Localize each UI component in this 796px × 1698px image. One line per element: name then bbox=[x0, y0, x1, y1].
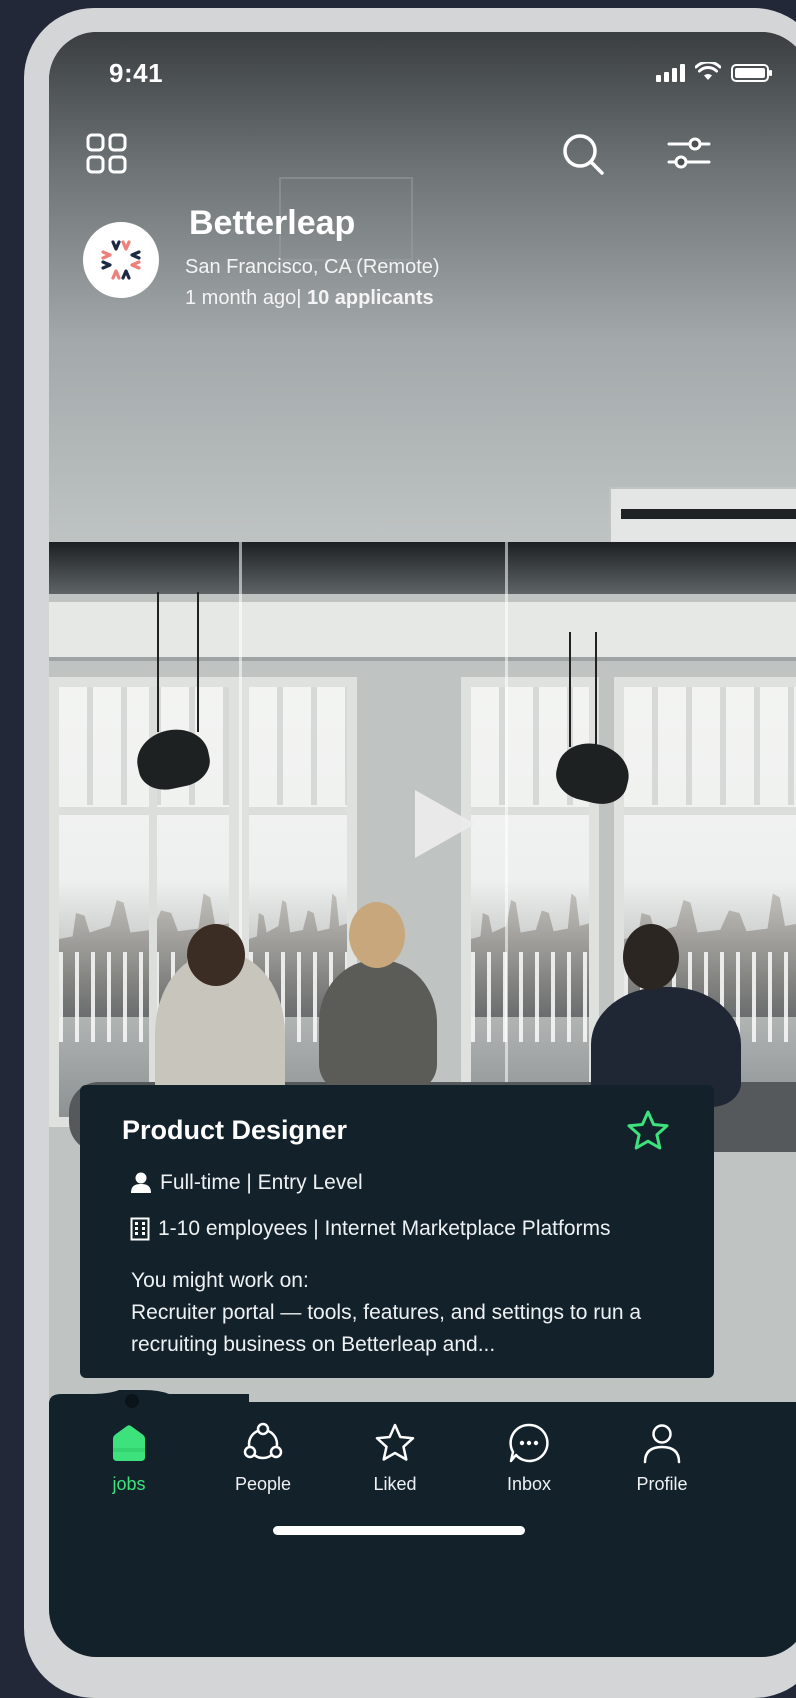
applicant-count: 10 applicants bbox=[306, 287, 434, 309]
person-icon bbox=[131, 1172, 151, 1193]
tab-label: Profile bbox=[636, 1474, 688, 1494]
building-icon bbox=[130, 1217, 150, 1241]
company-info-row: 1-10 employees | Internet Marketplace Pl… bbox=[130, 1217, 611, 1241]
home-icon bbox=[113, 1425, 145, 1461]
tab-people[interactable]: People bbox=[203, 1422, 323, 1495]
signal-icon bbox=[656, 64, 685, 82]
active-tab-indicator bbox=[125, 1394, 139, 1408]
company-location: San Francisco, CA (Remote) bbox=[185, 256, 440, 278]
sliders-icon[interactable] bbox=[667, 132, 711, 176]
star-icon bbox=[375, 1423, 415, 1461]
company-logo[interactable] bbox=[83, 222, 159, 298]
tab-jobs[interactable]: jobs bbox=[69, 1422, 189, 1495]
job-type-row: Full-time | Entry Level bbox=[130, 1171, 363, 1195]
chat-icon bbox=[509, 1423, 549, 1463]
user-icon bbox=[643, 1424, 681, 1464]
tab-label: Inbox bbox=[506, 1474, 552, 1494]
posted-time: 1 month ago| bbox=[185, 287, 302, 309]
job-title: Product Designer bbox=[122, 1115, 348, 1145]
status-time: 9:41 bbox=[109, 58, 164, 88]
company-info: 1-10 employees | Internet Marketplace Pl… bbox=[158, 1217, 611, 1240]
search-icon[interactable] bbox=[561, 132, 605, 176]
job-description: You might work on: Recruiter portal — to… bbox=[131, 1265, 691, 1361]
star-icon[interactable] bbox=[626, 1109, 670, 1153]
tab-label: jobs bbox=[112, 1474, 146, 1494]
battery-icon bbox=[731, 64, 772, 82]
tab-liked[interactable]: Liked bbox=[335, 1422, 455, 1495]
wifi-icon bbox=[695, 62, 721, 80]
description-body: Recruiter portal — tools, features, and … bbox=[131, 1301, 642, 1356]
grid-icon[interactable] bbox=[85, 132, 129, 176]
description-intro: You might work on: bbox=[131, 1269, 309, 1292]
job-card[interactable]: Product Designer Full-time | Entry Level… bbox=[80, 1085, 714, 1378]
tab-inbox[interactable]: Inbox bbox=[469, 1422, 589, 1495]
job-type: Full-time | Entry Level bbox=[160, 1171, 363, 1194]
posting-meta: 1 month ago| 10 applicants bbox=[185, 287, 434, 310]
tab-label: Liked bbox=[373, 1474, 417, 1494]
job-feed-screen: 9:41 Betterleap San Francisco, CA (Remot… bbox=[49, 32, 796, 1657]
status-icons bbox=[656, 62, 772, 82]
play-icon[interactable] bbox=[415, 790, 475, 858]
company-name[interactable]: Betterleap bbox=[189, 204, 355, 243]
people-icon bbox=[243, 1422, 283, 1460]
tab-label: People bbox=[234, 1474, 292, 1494]
home-indicator bbox=[273, 1526, 525, 1535]
tab-profile[interactable]: Profile bbox=[602, 1422, 722, 1495]
